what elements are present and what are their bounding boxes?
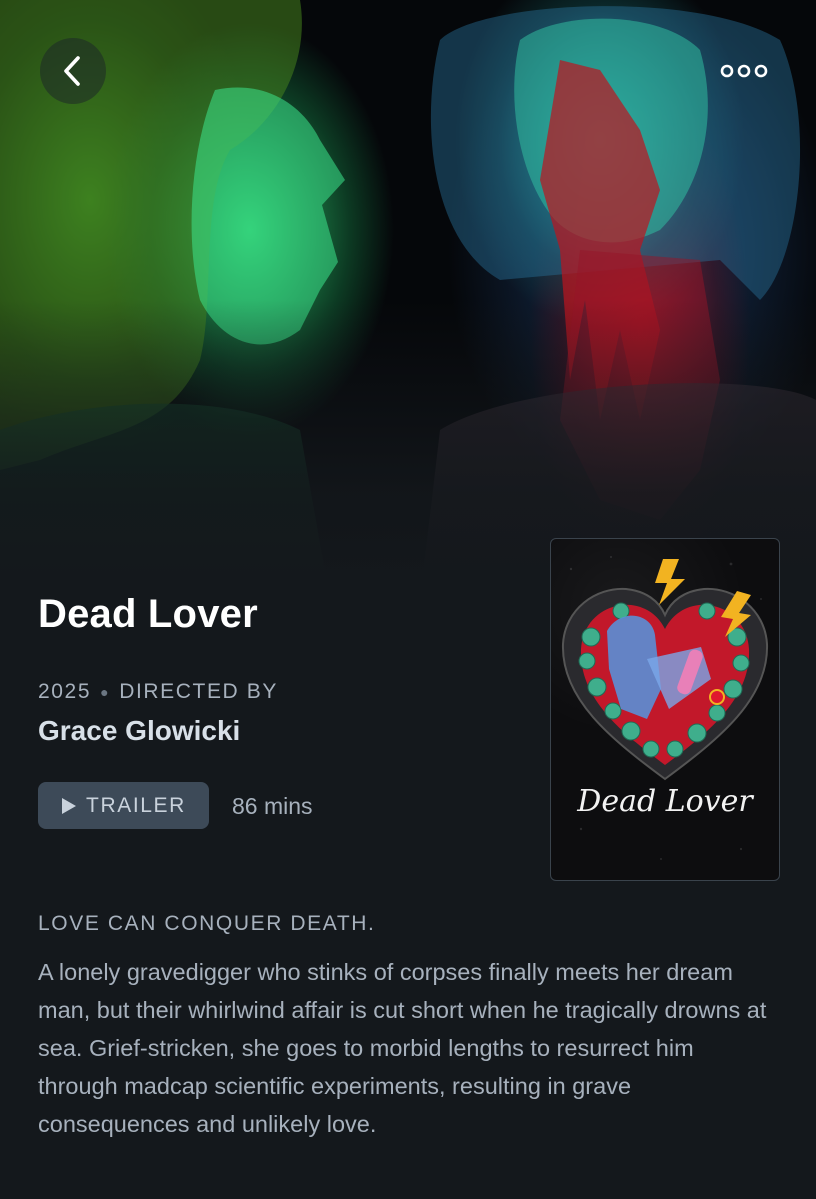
release-year[interactable]: 2025 [38, 680, 91, 704]
chevron-left-icon [64, 56, 80, 86]
tagline: LOVE CAN CONQUER DEATH. [38, 912, 376, 935]
separator-dot: ● [100, 684, 111, 700]
runtime: 86 mins [232, 793, 313, 819]
backdrop-fade [0, 0, 816, 600]
synopsis: A lonely gravedigger who stinks of corps… [38, 959, 767, 1137]
director-link[interactable]: Grace Glowicki [38, 715, 240, 747]
more-horizontal-icon [720, 64, 768, 78]
more-options-button[interactable] [708, 48, 780, 94]
film-title: Dead Lover [38, 592, 258, 636]
trailer-button[interactable]: TRAILER [38, 782, 209, 829]
poster-title-art: Dead Lover [576, 784, 754, 819]
backdrop-image [0, 0, 816, 600]
back-button[interactable] [40, 38, 106, 104]
directed-by-label: DIRECTED BY [119, 680, 278, 703]
film-poster[interactable]: Dead Lover [550, 538, 780, 881]
play-icon [62, 797, 77, 814]
film-meta: 2025 ● DIRECTED BY [38, 680, 278, 704]
poster-title-text: Dead Lover [576, 784, 754, 819]
trailer-button-label: TRAILER [86, 793, 186, 817]
